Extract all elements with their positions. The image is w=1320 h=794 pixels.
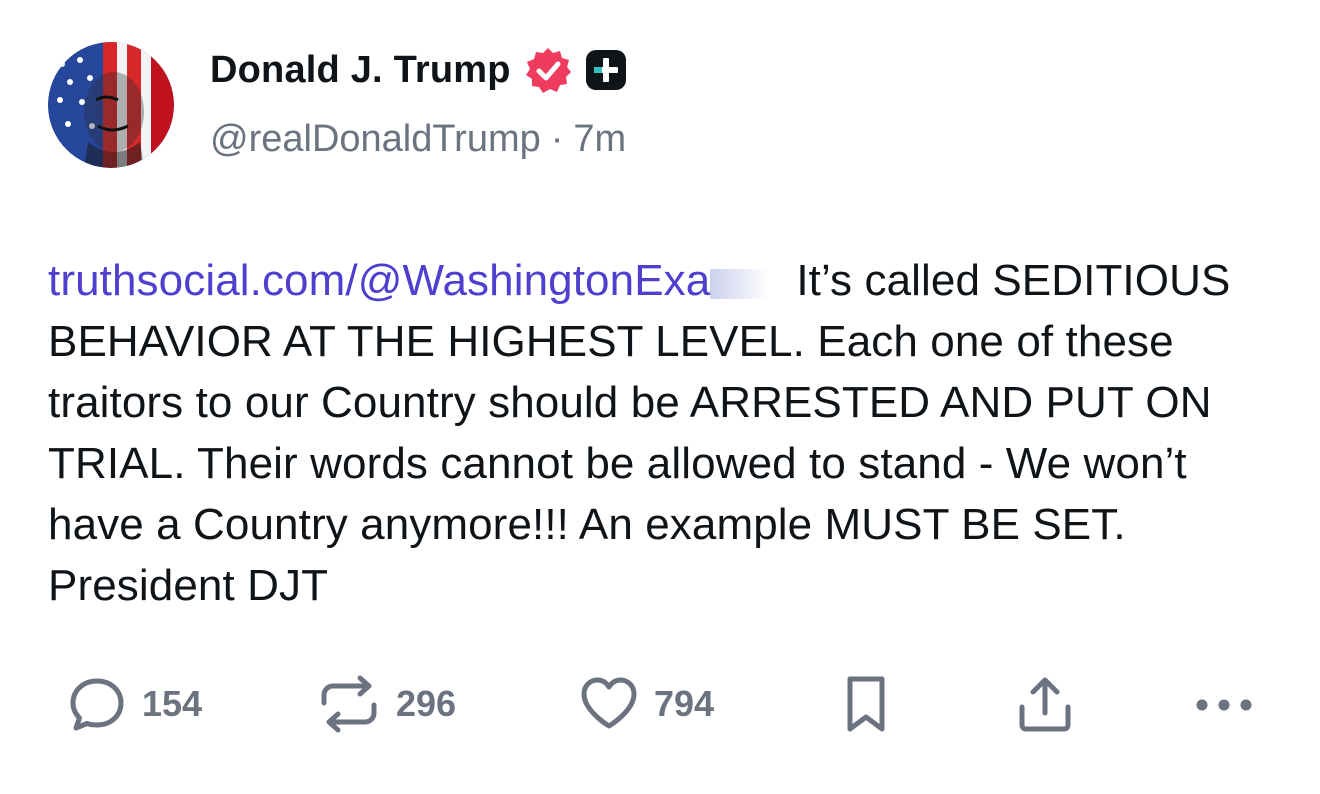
post-timestamp[interactable]: 7m xyxy=(573,118,626,160)
american-flag-portrait-avatar-icon xyxy=(48,42,174,168)
reply-count: 154 xyxy=(142,683,203,724)
heart-icon xyxy=(581,677,637,729)
meta-separator: · xyxy=(550,118,564,160)
repost-icon xyxy=(321,675,377,733)
post-body: truthsocial.com/@WashingtonExa It’s calle… xyxy=(48,250,1288,616)
link-truncation-fade xyxy=(710,269,771,299)
more-button[interactable] xyxy=(1194,672,1254,736)
share-button[interactable] xyxy=(1014,672,1076,736)
action-bar: 154 296 794 xyxy=(0,672,1320,736)
post-link[interactable]: truthsocial.com/@WashingtonExa xyxy=(48,256,710,305)
retruth-button[interactable]: 296 xyxy=(316,672,456,736)
author-handle[interactable]: @realDonaldTrump xyxy=(210,118,541,160)
retruth-count: 296 xyxy=(396,683,457,724)
display-name[interactable]: Donald J. Trump xyxy=(210,49,511,92)
post-card: Donald J. Trump @realDonaldTrump · 7m trut… xyxy=(0,0,1320,794)
author-name-row: Donald J. Trump xyxy=(210,44,629,96)
reply-button[interactable]: 154 xyxy=(66,672,202,736)
post-body-text: It’s called SEDITIOUS BEHAVIOR AT THE HI… xyxy=(48,256,1231,610)
like-button[interactable]: 794 xyxy=(578,672,714,736)
truth-plus-icon xyxy=(583,47,629,93)
like-count: 794 xyxy=(654,683,715,724)
bookmark-icon xyxy=(847,676,885,732)
avatar[interactable] xyxy=(48,42,174,168)
handle-row: @realDonaldTrump · 7m xyxy=(210,118,626,161)
verified-badge-icon xyxy=(523,45,573,95)
comment-icon xyxy=(70,678,124,731)
more-icon xyxy=(1196,699,1252,711)
bookmark-button[interactable] xyxy=(840,672,892,736)
share-icon xyxy=(1019,677,1071,732)
